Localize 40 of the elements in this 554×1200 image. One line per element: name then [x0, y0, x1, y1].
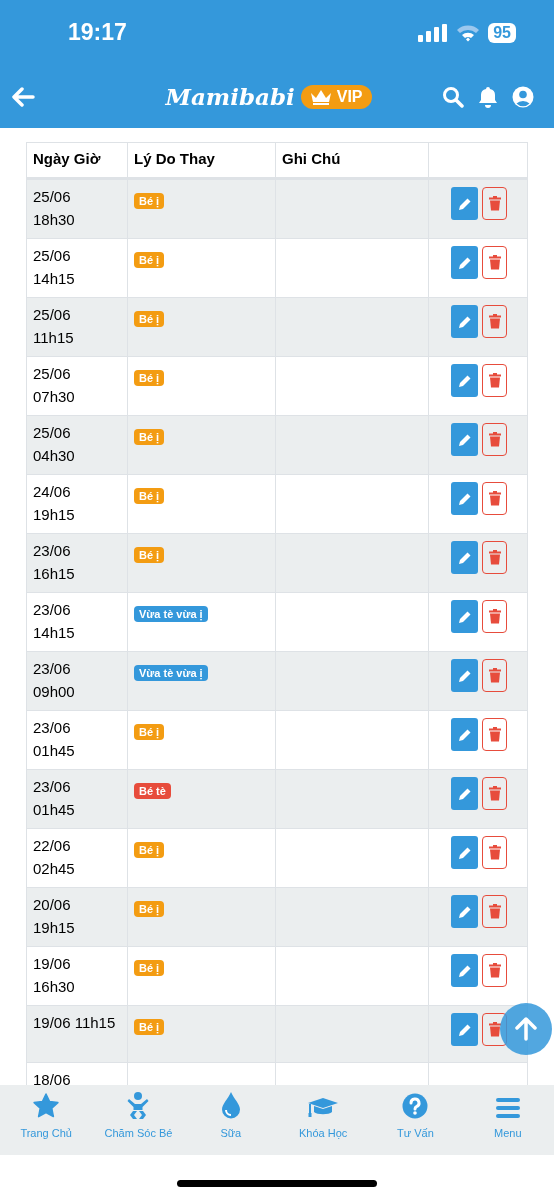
date-time-cell: 22/06 02h45: [26, 828, 128, 888]
reason-tag: Bé ị: [134, 193, 165, 209]
date-time-cell: 23/06 09h00: [26, 651, 128, 711]
tab-bar-item[interactable]: Trang Chủ: [0, 1085, 93, 1155]
date-time-cell: 19/06 16h30: [26, 946, 128, 1006]
status-time: 19:17: [68, 19, 127, 46]
date-time-cell: 25/06 14h15: [26, 238, 128, 298]
date-time-cell: 19/06 11h15: [26, 1005, 128, 1063]
tab-bar-item[interactable]: Chăm Sóc Bé: [92, 1085, 185, 1155]
date-time-cell: 23/06 16h15: [26, 533, 128, 593]
vip-label: VIP: [336, 87, 363, 106]
reason-tag: Bé ị: [134, 901, 165, 917]
tab-bar-item[interactable]: Menu: [461, 1085, 554, 1155]
date-time-cell: 25/06 18h30: [26, 178, 128, 239]
reason-tag: Bé ị: [134, 960, 165, 976]
date-time-cell: 23/06 01h45: [26, 769, 128, 829]
tab-bar-item[interactable]: Khóa Học: [277, 1085, 370, 1155]
reason-tag: Bé tè: [134, 783, 171, 799]
logo: Mamibabi: [165, 83, 295, 110]
date-time-cell: 25/06 11h15: [26, 297, 128, 357]
reason-tag: Bé ị: [134, 429, 165, 445]
tab-bar-item[interactable]: Sữa: [184, 1085, 277, 1155]
reason-tag: Bé ị: [134, 370, 165, 386]
reason-tag: Bé ị: [134, 1019, 165, 1035]
date-time-cell: 25/06 07h30: [26, 356, 128, 416]
date-time-cell: 24/06 19h15: [26, 474, 128, 534]
reason-tag: Bé ị: [134, 724, 165, 740]
date-time-cell: 20/06 19h15: [26, 887, 128, 947]
reason-tag: Bé ị: [134, 842, 165, 858]
tab-bar-item[interactable]: Tư Vấn: [369, 1085, 462, 1155]
reason-tag: Bé ị: [134, 488, 165, 504]
date-time-cell: 23/06 01h45: [26, 710, 128, 770]
date-time-cell: 23/06 14h15: [26, 592, 128, 652]
date-time-cell: 25/06 04h30: [26, 415, 128, 475]
battery-level: 95: [488, 22, 516, 43]
reason-tag: Bé ị: [134, 252, 165, 268]
reason-tag: Bé ị: [134, 547, 165, 563]
reason-tag: Vừa tè vừa ị: [134, 606, 208, 622]
reason-tag: Vừa tè vừa ị: [134, 665, 208, 681]
reason-tag: Bé ị: [134, 311, 165, 327]
